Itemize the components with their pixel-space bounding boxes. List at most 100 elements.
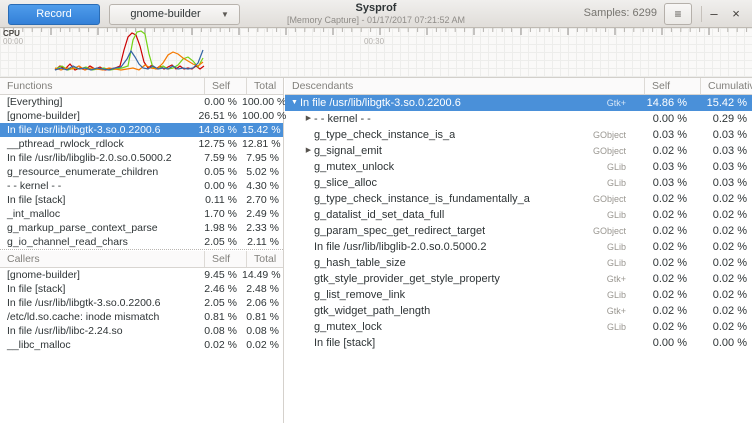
tree-row[interactable]: g_param_spec_get_redirect_targetGObject0…	[285, 223, 752, 239]
table-row[interactable]: In file /usr/lib/libgtk-3.so.0.2200.614.…	[0, 123, 283, 137]
tree-row[interactable]: g_hash_table_sizeGLib0.02 %0.02 %	[285, 255, 752, 271]
descendant-function-name: g_signal_emit	[314, 143, 382, 159]
menu-button[interactable]: ≡	[664, 3, 692, 25]
cell-descendant-name: g_type_check_instance_is_fundamentally_a…	[285, 191, 631, 207]
descendant-function-name: g_type_check_instance_is_fundamentally_a	[314, 191, 530, 207]
expander-open-icon[interactable]: ▼	[289, 95, 300, 111]
table-row[interactable]: g_resource_enumerate_children0.05 %5.02 …	[0, 165, 283, 179]
cell-self-percent: 7.59 %	[195, 151, 242, 165]
cell-self-percent: 0.02 %	[631, 239, 695, 255]
cpu-line-cpu1	[55, 31, 203, 70]
table-row[interactable]: g_io_channel_read_chars2.05 %2.11 %	[0, 235, 283, 249]
tree-row[interactable]: g_type_check_instance_is_aGObject0.03 %0…	[285, 127, 752, 143]
cell-descendant-name: ▶g_signal_emit GObject	[285, 143, 631, 159]
table-row[interactable]: [gnome-builder]26.51 %100.00 %	[0, 109, 283, 123]
functions-header[interactable]: Functions Self Total ▼	[0, 78, 283, 95]
cell-total-percent: 0.02 %	[242, 338, 283, 352]
library-category-badge: GLib	[607, 159, 631, 175]
cell-cumulative-percent: 0.02 %	[695, 207, 752, 223]
tree-row[interactable]: gtk_widget_path_lengthGtk+0.02 %0.02 %	[285, 303, 752, 319]
cell-cumulative-percent: 0.03 %	[695, 159, 752, 175]
tree-row[interactable]: g_datalist_id_set_data_fullGLib0.02 %0.0…	[285, 207, 752, 223]
cell-self-percent: 0.08 %	[195, 324, 242, 338]
callers-total-column-header[interactable]: Total ▼	[246, 251, 283, 267]
descendants-self-column-header[interactable]: Self	[644, 78, 700, 94]
tree-row[interactable]: ▼In file /usr/lib/libgtk-3.so.0.2200.6Gt…	[285, 95, 752, 111]
library-category-badge: GLib	[607, 255, 631, 271]
cell-function-name: [Everything]	[0, 95, 195, 109]
cell-self-percent: 9.45 %	[195, 268, 242, 282]
tree-row[interactable]: g_mutex_lockGLib0.02 %0.02 %	[285, 319, 752, 335]
cell-self-percent: 0.11 %	[195, 193, 242, 207]
expander-closed-icon[interactable]: ▶	[303, 143, 314, 159]
callers-self-column-header[interactable]: Self	[204, 251, 246, 267]
cell-total-percent: 2.70 %	[242, 193, 283, 207]
functions-total-column-header[interactable]: Total ▼	[246, 78, 283, 94]
cell-cumulative-percent: 0.02 %	[695, 271, 752, 287]
process-selector-dropdown[interactable]: gnome-builder ▼	[109, 4, 240, 25]
cell-function-name: __libc_malloc	[0, 338, 195, 352]
table-row[interactable]: In file [stack]2.46 %2.48 %	[0, 282, 283, 296]
descendants-header[interactable]: Descendants Self Cumulative ▼	[285, 78, 752, 95]
cell-cumulative-percent: 0.02 %	[695, 255, 752, 271]
cell-cumulative-percent: 0.02 %	[695, 191, 752, 207]
cell-function-name: In file /usr/lib/libglib-2.0.so.0.5000.2	[0, 151, 195, 165]
tree-row[interactable]: In file [stack] 0.00 %0.00 %	[285, 335, 752, 351]
table-row[interactable]: In file /usr/lib/libglib-2.0.so.0.5000.2…	[0, 151, 283, 165]
tree-row[interactable]: g_slice_allocGLib0.03 %0.03 %	[285, 175, 752, 191]
library-category-badge: GObject	[593, 143, 631, 159]
expander-closed-icon[interactable]: ▶	[303, 111, 314, 127]
callers-column-header[interactable]: Callers	[0, 251, 204, 267]
table-row[interactable]: _int_malloc1.70 %2.49 %	[0, 207, 283, 221]
table-row[interactable]: In file /usr/lib/libc-2.24.so0.08 %0.08 …	[0, 324, 283, 338]
table-row[interactable]: g_markup_parse_context_parse1.98 %2.33 %	[0, 221, 283, 235]
tree-row[interactable]: In file /usr/lib/libglib-2.0.so.0.5000.2…	[285, 239, 752, 255]
descendant-function-name: g_param_spec_get_redirect_target	[314, 223, 485, 239]
cell-self-percent: 0.02 %	[631, 271, 695, 287]
library-category-badge: GObject	[593, 191, 631, 207]
tree-row[interactable]: g_list_remove_linkGLib0.02 %0.02 %	[285, 287, 752, 303]
record-button[interactable]: Record	[8, 4, 100, 25]
functions-self-column-header[interactable]: Self	[204, 78, 246, 94]
descendant-function-name: In file [stack]	[314, 335, 375, 351]
hamburger-icon: ≡	[674, 7, 681, 21]
tree-row[interactable]: ▶g_signal_emitGObject0.02 %0.03 %	[285, 143, 752, 159]
cell-cumulative-percent: 0.03 %	[695, 127, 752, 143]
cell-function-name: __pthread_rwlock_rdlock	[0, 137, 195, 151]
cell-self-percent: 0.02 %	[631, 319, 695, 335]
cell-self-percent: 0.00 %	[631, 335, 695, 351]
cell-self-percent: 2.05 %	[195, 296, 242, 310]
descendants-column-header[interactable]: Descendants	[285, 78, 644, 94]
descendant-function-name: In file /usr/lib/libgtk-3.so.0.2200.6	[300, 95, 461, 111]
left-pane: Functions Self Total ▼ [Everything]0.00 …	[0, 78, 284, 423]
table-row[interactable]: /etc/ld.so.cache: inode mismatch0.81 %0.…	[0, 310, 283, 324]
table-row[interactable]: [Everything]0.00 %100.00 %	[0, 95, 283, 109]
table-row[interactable]: [gnome-builder]9.45 %14.49 %	[0, 268, 283, 282]
minimize-button[interactable]: –	[704, 3, 724, 25]
table-row[interactable]: __libc_malloc0.02 %0.02 %	[0, 338, 283, 352]
functions-column-header[interactable]: Functions	[0, 78, 204, 94]
table-row[interactable]: - - kernel - -0.00 %4.30 %	[0, 179, 283, 193]
table-row[interactable]: In file [stack]0.11 %2.70 %	[0, 193, 283, 207]
cpu-usage-graph[interactable]: CPU 00:00 00:30	[0, 28, 752, 78]
table-row[interactable]: In file /usr/lib/libgtk-3.so.0.2200.62.0…	[0, 296, 283, 310]
tree-row[interactable]: gtk_style_provider_get_style_propertyGtk…	[285, 271, 752, 287]
close-button[interactable]: ×	[726, 3, 746, 25]
callers-header[interactable]: Callers Self Total ▼	[0, 251, 283, 268]
cell-total-percent: 2.48 %	[242, 282, 283, 296]
cell-function-name: In file /usr/lib/libc-2.24.so	[0, 324, 195, 338]
descendant-function-name: g_datalist_id_set_data_full	[314, 207, 444, 223]
descendants-cumulative-column-header[interactable]: Cumulative ▼	[700, 78, 752, 94]
tree-row[interactable]: ▶- - kernel - -0.00 %0.29 %	[285, 111, 752, 127]
cell-total-percent: 2.33 %	[242, 221, 283, 235]
cell-self-percent: 2.46 %	[195, 282, 242, 296]
cell-function-name: /etc/ld.so.cache: inode mismatch	[0, 310, 195, 324]
table-row[interactable]: __pthread_rwlock_rdlock12.75 %12.81 %	[0, 137, 283, 151]
tree-row[interactable]: g_mutex_unlockGLib0.03 %0.03 %	[285, 159, 752, 175]
library-category-badge: GLib	[607, 175, 631, 191]
cell-cumulative-percent: 0.00 %	[695, 335, 752, 351]
cell-self-percent: 0.00 %	[195, 179, 242, 193]
profile-view: Functions Self Total ▼ [Everything]0.00 …	[0, 78, 752, 423]
cell-self-percent: 0.02 %	[631, 143, 695, 159]
tree-row[interactable]: g_type_check_instance_is_fundamentally_a…	[285, 191, 752, 207]
